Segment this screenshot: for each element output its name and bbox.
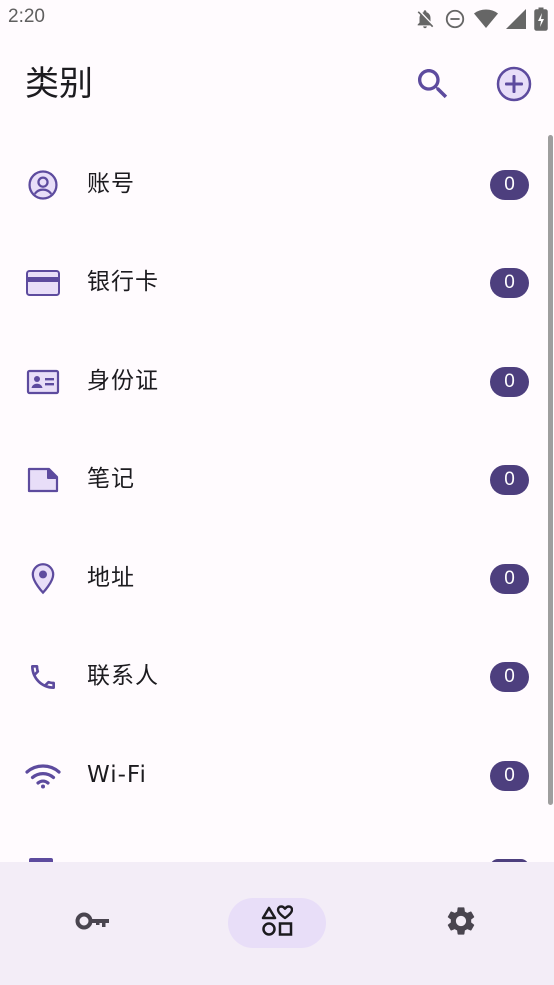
add-category-button[interactable] <box>492 64 536 108</box>
id-card-icon <box>24 366 62 398</box>
battery-charging-icon <box>534 7 548 31</box>
count-badge: 0 <box>490 367 529 397</box>
category-item-note[interactable]: 笔记 0 <box>0 430 554 528</box>
categories-icon <box>261 905 294 941</box>
note-icon <box>24 464 62 496</box>
screen: 2:20 类别 账号 0 银行卡 0 身份证 0 笔记 0 地址 0 联系人 0… <box>0 0 554 985</box>
location-pin-icon <box>24 563 62 595</box>
count-badge: 0 <box>490 268 529 298</box>
page-title: 类别 <box>25 64 93 104</box>
key-icon <box>75 911 111 935</box>
add-circle-icon <box>494 64 534 108</box>
nav-categories[interactable] <box>228 898 326 948</box>
settings-gear-icon <box>444 904 478 942</box>
count-badge: 0 <box>490 170 529 200</box>
status-bar: 2:20 <box>0 0 554 38</box>
top-app-bar: 类别 <box>0 38 554 134</box>
count-badge: 0 <box>490 465 529 495</box>
category-item-wifi[interactable]: Wi-Fi 0 <box>0 726 554 824</box>
count-badge: 0 <box>490 761 529 791</box>
notifications-off-icon <box>414 8 436 30</box>
category-item-bank-card[interactable]: 银行卡 0 <box>0 233 554 331</box>
category-label: 联系人 <box>87 663 159 689</box>
count-badge: 0 <box>490 662 529 692</box>
category-label: 银行卡 <box>87 269 159 295</box>
category-item-partial <box>0 824 554 862</box>
credit-card-icon <box>24 267 62 299</box>
category-label: 账号 <box>87 171 135 197</box>
bottom-navigation <box>0 862 554 985</box>
category-item-account[interactable]: 账号 0 <box>0 135 554 233</box>
nav-settings[interactable] <box>412 898 510 948</box>
category-label: 笔记 <box>87 466 135 492</box>
cell-signal-icon <box>506 8 526 30</box>
status-icons <box>414 7 548 31</box>
search-button[interactable] <box>411 64 455 108</box>
category-item-contact[interactable]: 联系人 0 <box>0 627 554 725</box>
category-label: 身份证 <box>87 368 159 394</box>
category-list: 账号 0 银行卡 0 身份证 0 笔记 0 地址 0 联系人 0 Wi-Fi 0 <box>0 135 554 862</box>
count-badge: 0 <box>490 564 529 594</box>
category-item-id-card[interactable]: 身份证 0 <box>0 332 554 430</box>
account-circle-icon <box>24 169 62 201</box>
status-time: 2:20 <box>8 6 45 27</box>
wifi-icon <box>24 760 62 792</box>
wifi-signal-icon <box>474 8 498 30</box>
scrollbar[interactable] <box>548 135 553 805</box>
nav-passwords[interactable] <box>44 898 142 948</box>
category-label: 地址 <box>87 565 135 591</box>
category-item-address[interactable]: 地址 0 <box>0 529 554 627</box>
category-label: Wi-Fi <box>87 762 147 788</box>
search-icon <box>413 64 453 108</box>
do-not-disturb-icon <box>444 8 466 30</box>
phone-icon <box>24 661 62 693</box>
